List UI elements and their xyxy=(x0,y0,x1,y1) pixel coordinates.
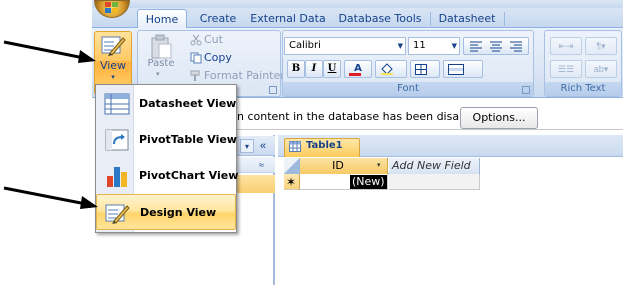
chevron-down-icon: ▾ xyxy=(156,71,160,78)
align-icon[interactable] xyxy=(470,41,524,52)
gridlines-button[interactable] xyxy=(410,60,440,78)
chevron-down-icon: ▼ xyxy=(397,42,403,50)
font-color-swatch xyxy=(349,73,361,76)
new-record-star-icon: ✶ xyxy=(286,175,297,189)
cut-label: Cut xyxy=(204,33,223,46)
collapse-group-icon[interactable]: ≈ xyxy=(259,157,264,173)
nav-pane-dropdown-icon[interactable]: ▾ xyxy=(240,139,254,153)
tab-create[interactable]: Create xyxy=(190,9,246,29)
font-group-label: Font xyxy=(283,82,533,96)
nav-group-header[interactable] xyxy=(237,157,275,173)
copy-icon xyxy=(190,52,202,64)
font-name-combo[interactable]: Calibri ▼ xyxy=(284,37,406,55)
fill-color-button[interactable] xyxy=(375,60,407,78)
cell-id-new-value: (New) xyxy=(350,175,387,189)
font-size-combo[interactable]: 11 ▼ xyxy=(408,37,460,55)
office-logo-icon xyxy=(105,2,118,13)
menu-item-datasheet-view[interactable]: Datasheet View xyxy=(96,86,236,122)
annotation-arrow xyxy=(3,186,98,209)
select-all-corner[interactable] xyxy=(284,158,300,174)
cell-add-new-field[interactable] xyxy=(389,174,480,190)
chevron-down-icon: ▼ xyxy=(451,42,457,50)
tab-database-tools[interactable]: Database Tools xyxy=(332,9,428,29)
design-view-icon xyxy=(101,36,126,56)
italic-button[interactable]: I xyxy=(305,60,323,78)
datasheet-view-icon xyxy=(104,93,130,115)
scissors-icon xyxy=(190,34,202,46)
tab-home[interactable]: Home xyxy=(137,9,187,29)
tab-external-data[interactable]: External Data xyxy=(246,9,330,29)
font-name-value: Calibri xyxy=(289,40,321,51)
tab-separator xyxy=(430,12,431,26)
menu-item-label: PivotTable View xyxy=(139,133,237,146)
format-painter-button[interactable]: Format Painter xyxy=(190,68,285,84)
copy-label: Copy xyxy=(204,51,232,64)
menu-item-label: Datasheet View xyxy=(139,97,237,110)
font-dialog-launcher-icon[interactable] xyxy=(522,86,530,94)
format-painter-label: Format Painter xyxy=(204,69,285,82)
column-dropdown-icon[interactable]: ▾ xyxy=(377,158,381,174)
nav-selected-item[interactable] xyxy=(237,175,275,193)
alternate-fill-icon xyxy=(448,64,464,75)
title-bar xyxy=(92,0,623,8)
font-color-button[interactable]: A xyxy=(344,60,372,78)
pivotchart-view-icon xyxy=(107,167,127,187)
options-button[interactable]: Options... xyxy=(460,107,538,129)
paintbrush-icon xyxy=(190,70,200,81)
list-button[interactable]: ☰☰ xyxy=(550,60,582,78)
document-tab-label: Table1 xyxy=(306,140,343,151)
column-header-id-label: ID xyxy=(332,159,344,172)
align-buttons xyxy=(463,37,529,55)
paste-button[interactable]: Paste xyxy=(144,58,178,69)
view-button-label: View xyxy=(99,59,127,72)
tab-separator xyxy=(504,12,505,26)
menu-item-label: PivotChart View xyxy=(139,169,239,182)
bold-button[interactable]: B xyxy=(287,60,305,78)
cut-button[interactable]: Cut xyxy=(190,32,223,48)
menu-item-pivottable-view[interactable]: PivotTable View xyxy=(96,122,237,158)
nav-pane-collapse-icon[interactable]: « xyxy=(260,139,272,153)
menu-item-pivotchart-view[interactable]: PivotChart View xyxy=(96,158,239,194)
annotation-arrow xyxy=(3,40,96,63)
alternate-fill-button[interactable] xyxy=(443,60,483,78)
font-size-value: 11 xyxy=(413,40,426,51)
menu-item-design-view[interactable]: Design View xyxy=(96,194,236,230)
paste-icon xyxy=(151,34,172,59)
gridlines-icon xyxy=(415,64,427,75)
security-message-text: n content in the database has been disab… xyxy=(237,110,483,123)
design-view-icon xyxy=(105,204,130,224)
chevron-down-icon: ▾ xyxy=(111,74,115,81)
paragraph-button[interactable]: ¶▾ xyxy=(585,37,617,55)
highlight-button[interactable]: ab▾ xyxy=(585,60,617,78)
table-icon xyxy=(289,141,301,152)
column-header-add-new-field-label: Add New Field xyxy=(392,159,471,172)
clipboard-dialog-launcher-icon[interactable] xyxy=(269,86,277,94)
tab-datasheet[interactable]: Datasheet xyxy=(432,9,502,29)
pivottable-view-icon xyxy=(105,129,129,151)
menu-item-label: Design View xyxy=(140,206,217,219)
paint-bucket-icon xyxy=(381,63,393,75)
copy-button[interactable]: Copy xyxy=(190,50,232,66)
underline-button[interactable]: U xyxy=(323,60,341,78)
indent-button[interactable]: ⇤⇥ xyxy=(550,37,582,55)
rich-text-group-label: Rich Text xyxy=(545,82,621,96)
